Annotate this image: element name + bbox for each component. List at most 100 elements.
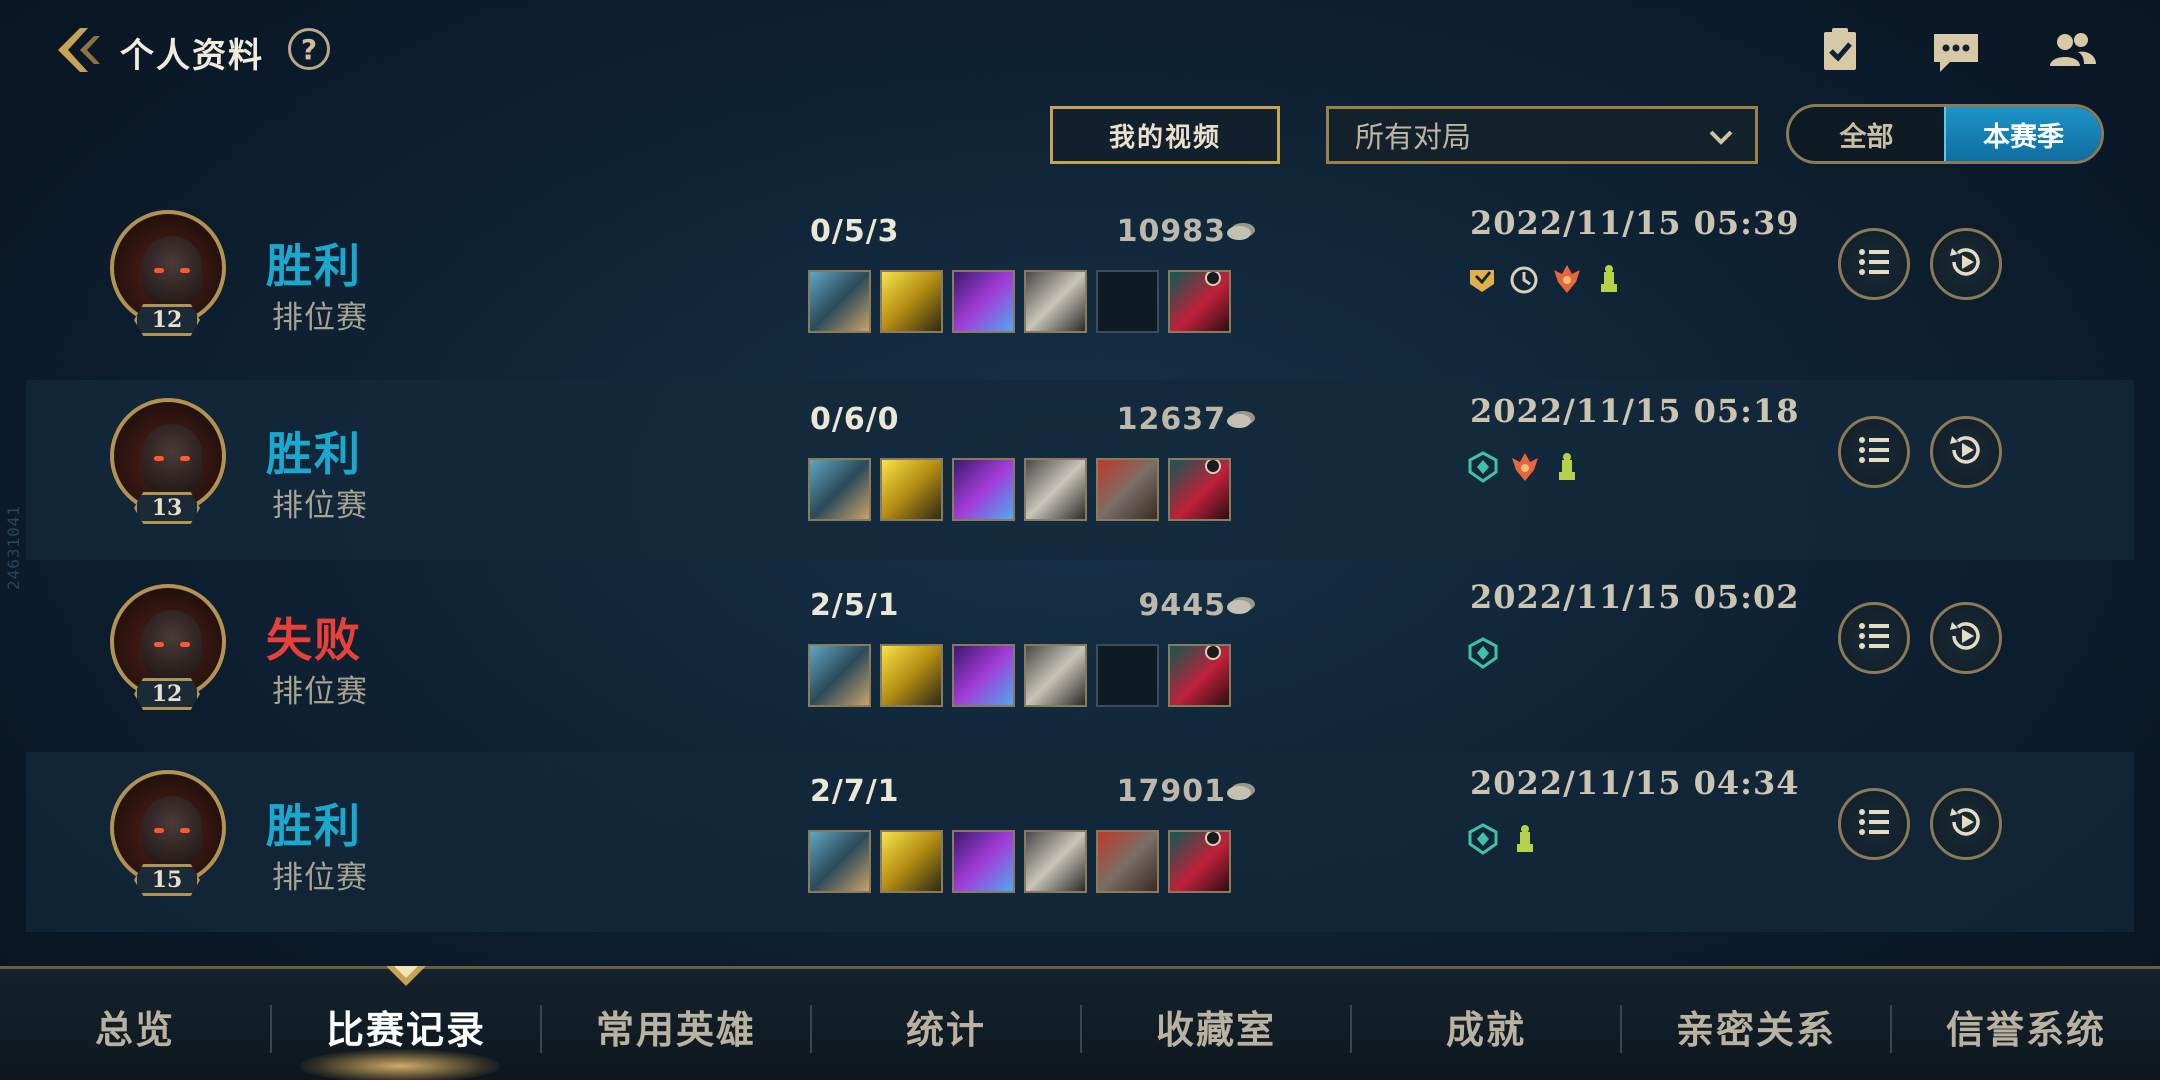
replay-button[interactable] <box>1930 416 2002 488</box>
gold-icon <box>1226 594 1256 616</box>
item-2-icon[interactable] <box>880 270 943 333</box>
match-filter-value: 所有对局 <box>1355 120 1472 154</box>
page-title: 个人资料 <box>120 36 264 76</box>
tab-relationships[interactable]: 亲密关系 <box>1622 969 1890 1080</box>
achievement-tags <box>1466 822 1542 856</box>
shield-badge-icon[interactable] <box>1466 636 1500 670</box>
mvp-badge-icon[interactable] <box>1466 262 1500 296</box>
chat-button[interactable] <box>1928 22 1984 78</box>
timer-badge-icon[interactable] <box>1508 262 1542 296</box>
bottom-nav: 总览 比赛记录 常用英雄 统计 收藏室 成就 亲密关系 信誉系统 <box>0 966 2160 1080</box>
match-row[interactable]: 12 失败 排位赛 2/5/1 9445 2022/11/15 05:02 <box>26 566 2134 746</box>
empty-item-slot <box>1096 270 1159 333</box>
game-mode: 排位赛 <box>272 674 368 710</box>
item-3-icon[interactable] <box>952 830 1015 893</box>
replay-icon <box>1946 430 1986 474</box>
item-build <box>808 270 1231 333</box>
match-row[interactable]: 15 胜利 排位赛 2/7/1 17901 2022/11/15 04:34 <box>26 752 2134 932</box>
item-1-icon[interactable] <box>808 830 871 893</box>
champion-level-badge: 12 <box>134 304 200 336</box>
item-5-icon[interactable] <box>1096 458 1159 521</box>
item-3-icon[interactable] <box>952 644 1015 707</box>
item-4-icon[interactable] <box>1024 830 1087 893</box>
match-date: 2022/11/15 05:39 <box>1470 204 1800 242</box>
tab-overview[interactable]: 总览 <box>0 969 270 1080</box>
chevron-down-icon <box>1709 130 1733 145</box>
missions-button[interactable] <box>1812 22 1868 78</box>
back-arrow-icon <box>58 28 100 72</box>
item-1-icon[interactable] <box>808 270 871 333</box>
active-marker-icon <box>1205 460 1221 474</box>
active-marker-icon <box>1205 646 1221 660</box>
boots-icon[interactable] <box>1168 270 1231 333</box>
item-3-icon[interactable] <box>952 270 1015 333</box>
replay-icon <box>1946 242 1986 286</box>
champion-level-badge: 15 <box>134 864 200 896</box>
item-4-icon[interactable] <box>1024 644 1087 707</box>
back-button[interactable] <box>50 22 106 78</box>
gold-earned: 10983 <box>1116 214 1226 249</box>
game-mode: 排位赛 <box>272 300 368 336</box>
my-videos-button[interactable]: 我的视频 <box>1050 106 1280 164</box>
tower-badge-icon[interactable] <box>1508 822 1542 856</box>
replay-button[interactable] <box>1930 788 2002 860</box>
champion-level-badge: 13 <box>134 492 200 524</box>
empty-item-slot <box>1096 644 1159 707</box>
gold-earned: 12637 <box>1116 402 1226 437</box>
friends-button[interactable] <box>2044 22 2100 78</box>
replay-icon <box>1946 616 1986 660</box>
flame-badge-icon[interactable] <box>1550 262 1584 296</box>
match-row[interactable]: 13 胜利 排位赛 0/6/0 12637 2022/11/15 05:18 <box>26 380 2134 560</box>
shield-badge-icon[interactable] <box>1466 450 1500 484</box>
active-marker-icon <box>1205 272 1221 286</box>
boots-icon[interactable] <box>1168 830 1231 893</box>
match-details-button[interactable] <box>1838 416 1910 488</box>
tab-honor-system[interactable]: 信誉系统 <box>1892 969 2160 1080</box>
item-3-icon[interactable] <box>952 458 1015 521</box>
match-result: 胜利 <box>266 239 362 293</box>
item-4-icon[interactable] <box>1024 458 1087 521</box>
champion-level-badge: 12 <box>134 678 200 710</box>
boots-icon[interactable] <box>1168 644 1231 707</box>
item-2-icon[interactable] <box>880 644 943 707</box>
item-2-icon[interactable] <box>880 458 943 521</box>
item-1-icon[interactable] <box>808 458 871 521</box>
boots-icon[interactable] <box>1168 458 1231 521</box>
match-filter-select[interactable]: 所有对局 <box>1326 106 1758 164</box>
match-date: 2022/11/15 05:02 <box>1470 578 1800 616</box>
tab-achievements[interactable]: 成就 <box>1352 969 1620 1080</box>
tab-stats[interactable]: 统计 <box>812 969 1080 1080</box>
match-result: 胜利 <box>266 427 362 481</box>
item-1-icon[interactable] <box>808 644 871 707</box>
tower-badge-icon[interactable] <box>1592 262 1626 296</box>
kda-score: 0/6/0 <box>810 402 900 437</box>
match-details-button[interactable] <box>1838 602 1910 674</box>
match-row[interactable]: 12 胜利排位赛 0/5/3 10983 2022/11/15 05:39 <box>26 192 2134 372</box>
tower-badge-icon[interactable] <box>1550 450 1584 484</box>
match-details-button[interactable] <box>1838 228 1910 300</box>
match-date: 2022/11/15 04:34 <box>1470 764 1800 802</box>
list-icon <box>1854 802 1894 846</box>
game-mode: 排位赛 <box>272 860 368 896</box>
replay-button[interactable] <box>1930 228 2002 300</box>
replay-button[interactable] <box>1930 602 2002 674</box>
tab-match-history[interactable]: 比赛记录 <box>272 969 540 1080</box>
shield-badge-icon[interactable] <box>1466 822 1500 856</box>
item-2-icon[interactable] <box>880 830 943 893</box>
header: 个人资料 ? <box>0 0 2160 100</box>
item-5-icon[interactable] <box>1096 830 1159 893</box>
tab-collection[interactable]: 收藏室 <box>1082 969 1350 1080</box>
tab-champions[interactable]: 常用英雄 <box>542 969 810 1080</box>
gold-icon <box>1226 220 1256 242</box>
season-toggle[interactable]: 全部 本赛季 <box>1786 104 2104 164</box>
match-result: 胜利 <box>266 799 362 853</box>
match-result: 失败 <box>266 613 362 667</box>
toggle-all[interactable]: 全部 <box>1789 107 1944 161</box>
item-4-icon[interactable] <box>1024 270 1087 333</box>
flame-badge-icon[interactable] <box>1508 450 1542 484</box>
kda-score: 0/5/3 <box>810 214 900 249</box>
match-details-button[interactable] <box>1838 788 1910 860</box>
friends-icon <box>2050 33 2096 66</box>
toggle-current-season[interactable]: 本赛季 <box>1944 107 2101 161</box>
help-button[interactable]: ? <box>288 28 330 70</box>
